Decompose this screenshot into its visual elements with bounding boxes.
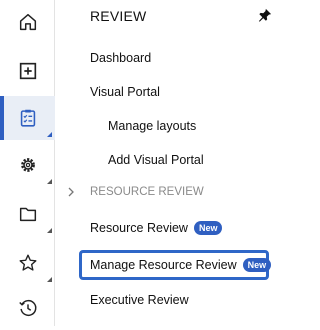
- gear-icon: [20, 158, 35, 172]
- new-badge: New: [242, 258, 272, 272]
- menu-item-resource-review[interactable]: Resource Review New: [90, 221, 223, 235]
- rail-folder[interactable]: [0, 192, 55, 236]
- chevron-right-icon: [68, 187, 74, 197]
- clipboard-checklist-icon: [20, 109, 35, 127]
- section-resource-review[interactable]: RESOURCE REVIEW: [66, 186, 204, 198]
- expand-corner-icon: [47, 132, 52, 137]
- menu-item-label: Manage Resource Review: [90, 258, 237, 272]
- rail-history[interactable]: [0, 286, 55, 330]
- expand-corner-icon: [47, 228, 52, 233]
- add-box-icon: [19, 62, 36, 80]
- folder-icon: [19, 207, 36, 222]
- home-icon: [19, 13, 36, 31]
- menu-item-executive-review[interactable]: Executive Review: [90, 293, 189, 307]
- pin-icon[interactable]: [258, 8, 272, 22]
- panel-title: REVIEW: [90, 8, 147, 24]
- rail-favorites[interactable]: [0, 241, 55, 285]
- menu-item-label: Resource Review: [90, 221, 188, 235]
- menu-item-manage-resource-review[interactable]: Manage Resource Review New: [90, 258, 272, 272]
- section-label: RESOURCE REVIEW: [90, 186, 204, 198]
- menu-item-add-visual-portal[interactable]: Add Visual Portal: [108, 153, 204, 167]
- new-badge: New: [193, 221, 223, 235]
- rail-settings[interactable]: [0, 143, 55, 187]
- rail-add[interactable]: [0, 49, 55, 93]
- menu-item-visual-portal[interactable]: Visual Portal: [90, 85, 160, 99]
- rail-home[interactable]: [0, 0, 55, 44]
- menu-item-manage-layouts[interactable]: Manage layouts: [108, 119, 196, 133]
- history-icon: [18, 299, 36, 317]
- expand-corner-icon: [47, 277, 52, 282]
- review-menu-panel: REVIEW Dashboard Visual Portal Manage la…: [56, 0, 278, 326]
- rail-review[interactable]: [0, 96, 55, 140]
- icon-rail: [0, 0, 55, 326]
- star-icon: [19, 254, 36, 271]
- menu-item-dashboard[interactable]: Dashboard: [90, 51, 151, 65]
- expand-corner-icon: [47, 179, 52, 184]
